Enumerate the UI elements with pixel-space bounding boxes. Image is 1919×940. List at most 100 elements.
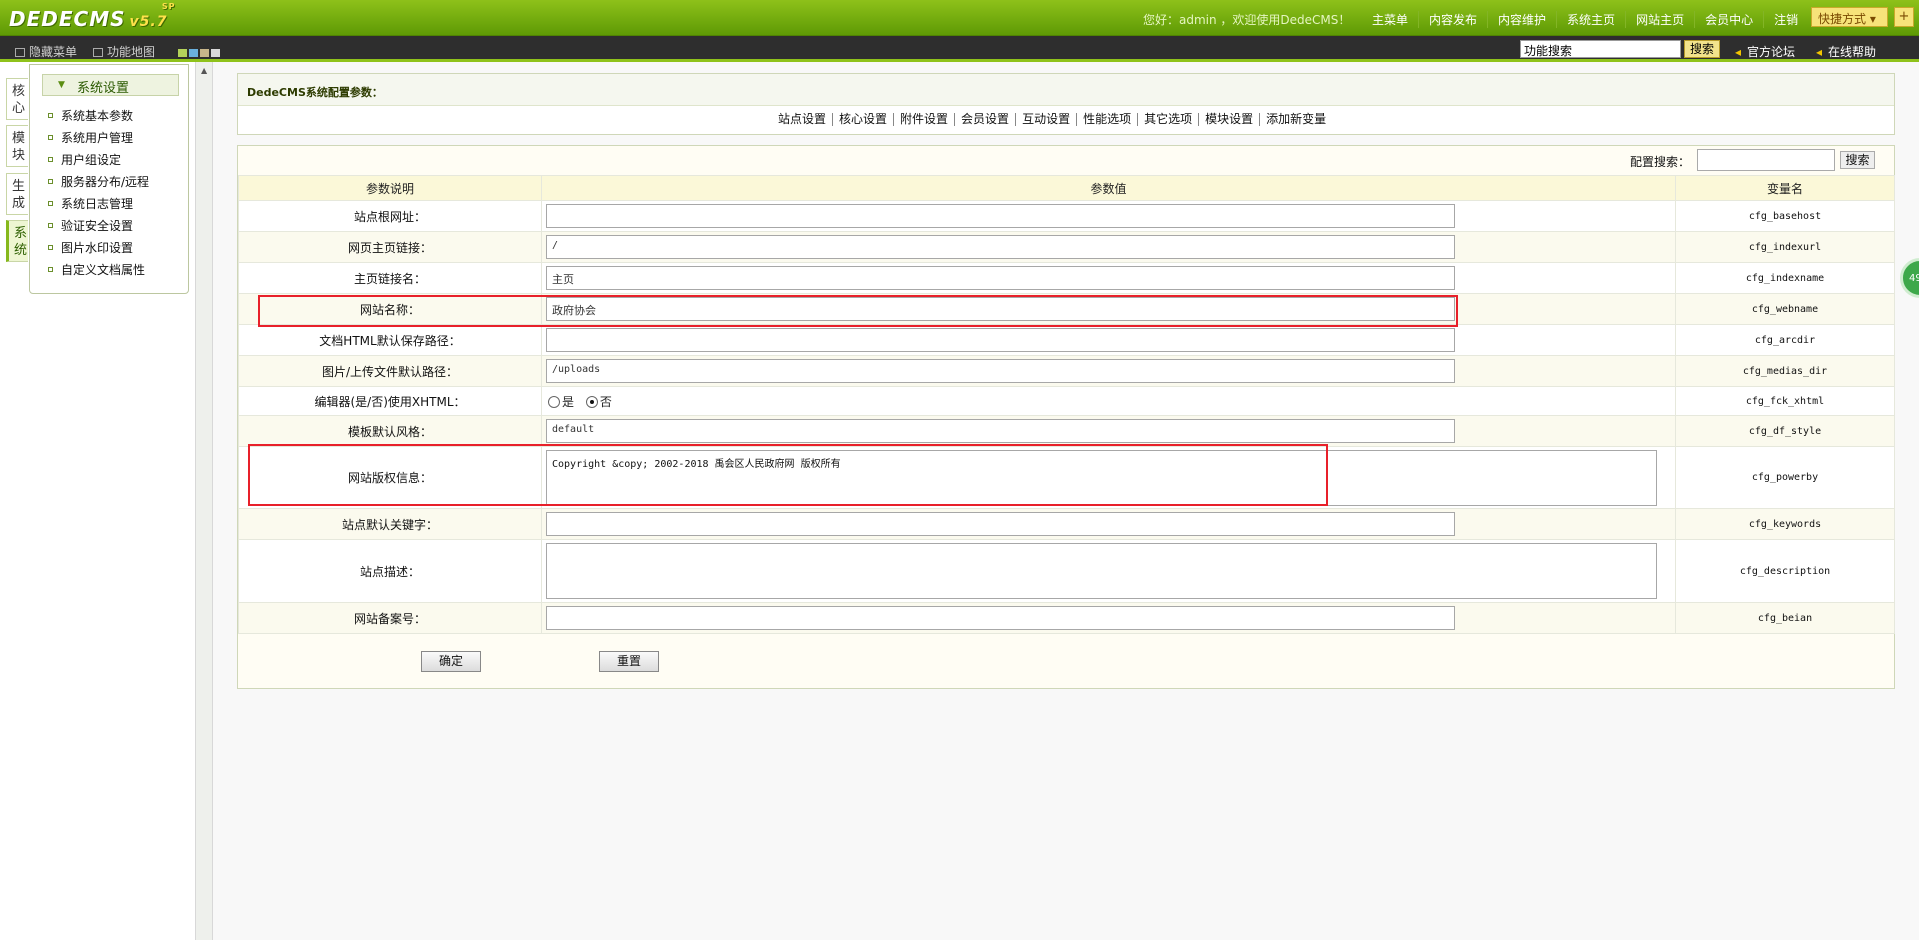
tab-interaction-settings[interactable]: 互动设置 bbox=[1015, 113, 1076, 126]
table-row: 网页主页链接： / cfg_indexurl bbox=[238, 231, 1895, 263]
nav-content-publish[interactable]: 内容发布 bbox=[1418, 11, 1487, 28]
sidebar-menu: ▼ 系统设置 系统基本参数 系统用户管理 用户组设定 服务器分布/远程 系统日志管… bbox=[29, 64, 189, 294]
row-label: 编辑器(是/否)使用XHTML： bbox=[238, 386, 542, 416]
row-label: 站点默认关键字： bbox=[238, 508, 542, 540]
chevron-down-icon: ▾ bbox=[1869, 12, 1876, 26]
skin-tan-icon[interactable] bbox=[200, 49, 209, 57]
config-search-input[interactable] bbox=[1697, 149, 1835, 171]
powerby-textarea[interactable]: Copyright &copy; 2002-2018 禹会区人民政府网 版权所有 bbox=[546, 449, 1657, 506]
config-search-button[interactable]: 搜索 bbox=[1840, 151, 1875, 169]
tab-core-settings[interactable]: 核心设置 bbox=[832, 113, 893, 126]
quick-add-button[interactable]: + bbox=[1894, 7, 1914, 27]
xhtml-yes-radio[interactable]: 是 bbox=[548, 395, 574, 409]
sidebar-item-security[interactable]: 验证安全设置 bbox=[48, 217, 133, 234]
nav-main-menu[interactable]: 主菜单 bbox=[1362, 11, 1418, 28]
top-nav: 主菜单 内容发布 内容维护 系统主页 网站主页 会员中心 注销 bbox=[1362, 11, 1808, 28]
menu-section-title[interactable]: ▼ 系统设置 bbox=[42, 74, 179, 96]
table-row: 网站版权信息： Copyright &copy; 2002-2018 禹会区人民… bbox=[238, 446, 1895, 509]
tab-generate[interactable]: 生成 bbox=[6, 173, 28, 215]
hide-menu-button[interactable]: 隐藏菜单 bbox=[15, 43, 77, 60]
radio-checked-icon bbox=[585, 395, 598, 408]
config-tabs: 站点设置 核心设置 附件设置 会员设置 互动设置 性能选项 其它选项 模块设置 … bbox=[772, 113, 1332, 126]
keywords-input[interactable] bbox=[546, 512, 1455, 536]
skin-switcher[interactable] bbox=[178, 46, 222, 60]
row-var: cfg_powerby bbox=[1675, 446, 1895, 509]
sidebar-item-user-manage[interactable]: 系统用户管理 bbox=[48, 129, 133, 146]
sidebar-splitter[interactable]: ▲ bbox=[195, 62, 213, 940]
row-label: 网站版权信息： bbox=[238, 446, 542, 509]
tab-modules[interactable]: 模块 bbox=[6, 125, 28, 167]
webname-input[interactable]: 政府协会 bbox=[546, 297, 1455, 321]
reset-button[interactable]: 重置 bbox=[599, 651, 659, 672]
welcome-text: 您好：admin ，欢迎使用DedeCMS！ bbox=[1143, 13, 1351, 27]
tab-other-options[interactable]: 其它选项 bbox=[1137, 113, 1198, 126]
arcdir-input[interactable] bbox=[546, 328, 1455, 352]
nav-site-home[interactable]: 网站主页 bbox=[1625, 11, 1694, 28]
official-forum-link[interactable]: ◂ 官方论坛 bbox=[1735, 43, 1795, 60]
bullet-icon bbox=[48, 113, 53, 118]
sidebar-item-basic-params[interactable]: 系统基本参数 bbox=[48, 107, 133, 124]
tab-site-settings[interactable]: 站点设置 bbox=[772, 113, 832, 126]
medias-dir-input[interactable]: /uploads bbox=[546, 359, 1455, 383]
bullet-icon bbox=[48, 201, 53, 206]
function-search-input[interactable]: 功能搜索 bbox=[1520, 40, 1681, 58]
row-label: 站点根网址： bbox=[238, 200, 542, 232]
header-param-value: 参数值 bbox=[541, 175, 1676, 201]
nav-system-home[interactable]: 系统主页 bbox=[1556, 11, 1625, 28]
table-row: 站点根网址： cfg_basehost bbox=[238, 200, 1895, 232]
df-style-input[interactable]: default bbox=[546, 419, 1455, 443]
quick-menu-dropdown[interactable]: 快捷方式 ▾ bbox=[1811, 7, 1888, 27]
chevron-down-icon: ▼ bbox=[58, 80, 65, 90]
signal-icon: ◂ bbox=[1816, 45, 1823, 59]
tab-member-settings[interactable]: 会员设置 bbox=[954, 113, 1015, 126]
tab-system[interactable]: 系统 bbox=[6, 220, 28, 262]
config-header-panel: DedeCMS系统配置参数： 站点设置 核心设置 附件设置 会员设置 互动设置 … bbox=[237, 73, 1895, 135]
indexurl-input[interactable]: / bbox=[546, 235, 1455, 259]
top-header: DEDECMS v5.7 SP 您好：admin ，欢迎使用DedeCMS！ 主菜单… bbox=[0, 0, 1919, 36]
row-label: 主页链接名： bbox=[238, 262, 542, 294]
function-search-button[interactable]: 搜索 bbox=[1684, 40, 1720, 58]
row-var: cfg_beian bbox=[1675, 602, 1895, 634]
header-param-desc: 参数说明 bbox=[238, 175, 542, 201]
online-help-link[interactable]: ◂ 在线帮助 bbox=[1816, 43, 1876, 60]
nav-member-center[interactable]: 会员中心 bbox=[1694, 11, 1763, 28]
table-row: 文档HTML默认保存路径： cfg_arcdir bbox=[238, 324, 1895, 356]
skin-green-icon[interactable] bbox=[178, 49, 187, 57]
row-var: cfg_keywords bbox=[1675, 508, 1895, 540]
basehost-input[interactable] bbox=[546, 204, 1455, 228]
grid-icon bbox=[93, 48, 103, 57]
sidebar-item-servers[interactable]: 服务器分布/远程 bbox=[48, 173, 149, 190]
page-title: DedeCMS系统配置参数： bbox=[238, 74, 1894, 106]
nav-logout[interactable]: 注销 bbox=[1763, 11, 1808, 28]
skin-gray-icon[interactable] bbox=[211, 49, 220, 57]
sidebar-item-watermark[interactable]: 图片水印设置 bbox=[48, 239, 133, 256]
tab-attachment-settings[interactable]: 附件设置 bbox=[893, 113, 954, 126]
indexname-input[interactable]: 主页 bbox=[546, 266, 1455, 290]
row-label: 图片/上传文件默认路径： bbox=[238, 355, 542, 387]
xhtml-no-radio[interactable]: 否 bbox=[585, 395, 612, 409]
skin-blue-icon[interactable] bbox=[189, 49, 198, 57]
tab-performance[interactable]: 性能选项 bbox=[1076, 113, 1137, 126]
sidebar-item-logs[interactable]: 系统日志管理 bbox=[48, 195, 133, 212]
sidebar-item-doc-attrs[interactable]: 自定义文档属性 bbox=[48, 261, 145, 278]
row-var: cfg_indexname bbox=[1675, 262, 1895, 294]
tab-module-settings[interactable]: 模块设置 bbox=[1198, 113, 1259, 126]
tab-core[interactable]: 核心 bbox=[6, 78, 28, 120]
row-var: cfg_fck_xhtml bbox=[1675, 386, 1895, 416]
sidebar-item-user-groups[interactable]: 用户组设定 bbox=[48, 151, 121, 168]
version-label: v5.7 bbox=[129, 14, 168, 30]
beian-input[interactable] bbox=[546, 606, 1455, 630]
function-map-button[interactable]: 功能地图 bbox=[93, 43, 155, 60]
bullet-icon bbox=[48, 157, 53, 162]
table-row: 编辑器(是/否)使用XHTML： 是 否 cfg_fck_xhtml bbox=[238, 386, 1895, 416]
config-table: 参数说明 参数值 变量名 站点根网址： cfg_basehost 网页主页链接：… bbox=[238, 175, 1895, 634]
nav-content-maintain[interactable]: 内容维护 bbox=[1487, 11, 1556, 28]
left-tab-strip: 核心 模块 生成 系统 bbox=[0, 62, 30, 940]
tab-add-variable[interactable]: 添加新变量 bbox=[1259, 113, 1332, 126]
collapse-up-icon[interactable]: ▲ bbox=[201, 66, 207, 75]
config-search-label: 配置搜索： bbox=[1630, 155, 1691, 169]
table-row: 站点默认关键字： cfg_keywords bbox=[238, 508, 1895, 540]
description-textarea[interactable] bbox=[546, 543, 1657, 599]
ok-button[interactable]: 确定 bbox=[421, 651, 481, 672]
row-var: cfg_arcdir bbox=[1675, 324, 1895, 356]
